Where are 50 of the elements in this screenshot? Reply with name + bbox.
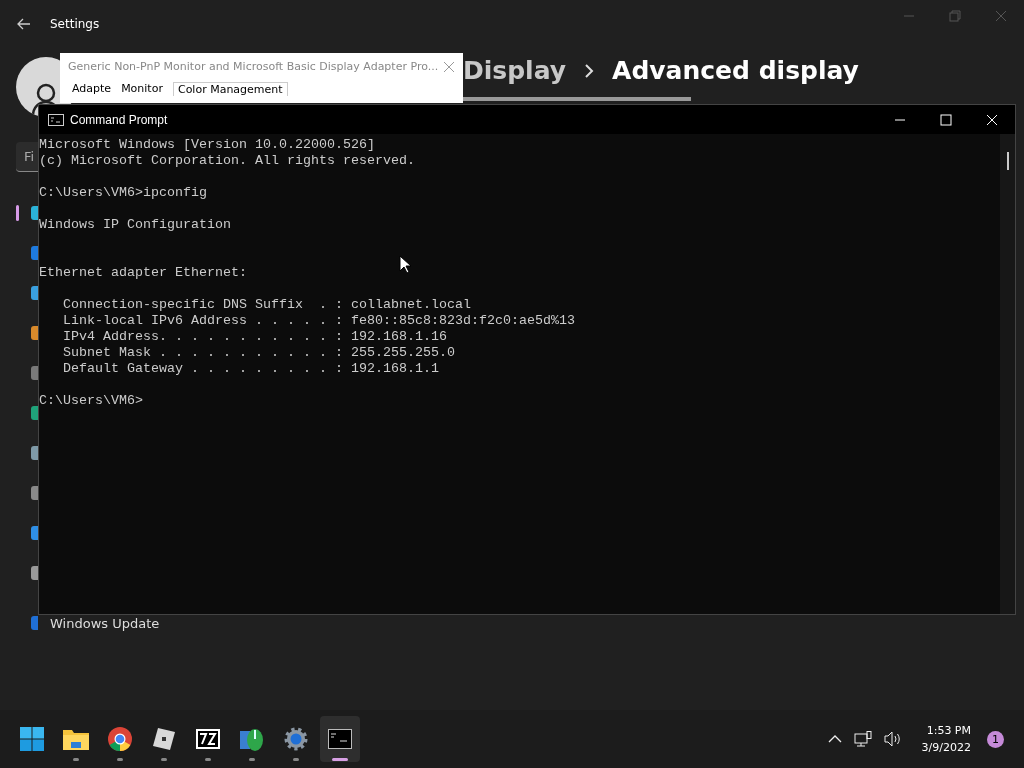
restore-icon[interactable]: [949, 10, 961, 22]
clock[interactable]: 1:53 PM 3/9/2022: [921, 722, 971, 756]
date-text: 3/9/2022: [921, 740, 971, 756]
console-output: Ethernet adapter Ethernet:: [39, 264, 247, 281]
console-output: Microsoft Windows [Version 10.0.22000.526] (c) Microsoft Corporation. All rights reserved.: [39, 137, 415, 169]
dialog-title: Generic Non-PnP Monitor and Microsoft Basic Display Adapter Pro...: [68, 60, 439, 73]
time-text: 1:53 PM: [926, 723, 971, 739]
console-output: Windows IP Configuration: [39, 217, 231, 233]
archive-icon: [196, 729, 220, 749]
nav-icon[interactable]: [31, 616, 38, 630]
scrollbar[interactable]: [1000, 134, 1015, 614]
nav-item[interactable]: Windows Update: [50, 615, 160, 631]
nav-icon[interactable]: [31, 406, 38, 420]
cube-icon: [153, 728, 175, 750]
folder-icon: [63, 728, 89, 750]
chevron-icon: [584, 63, 595, 78]
back-icon[interactable]: [17, 18, 31, 30]
nav-icon[interactable]: [31, 246, 38, 260]
console-output: Connection-specific DNS Suffix . : collabnet.local Link-local IPv6 Address . . . . . : fe80::85c8:823d:f2c0:ae5d%13 IPv4 Address. . . . . . . . . . . : 192.168.1.16 Subnet Mask . . . . . . . . . . . : 255.255.255.0 Default Gateway . . . . . . . . . : 192.168.1.1: [62, 297, 575, 377]
window-title: Settings: [50, 17, 100, 31]
maximize-icon[interactable]: [940, 113, 952, 126]
console-output: C:\Users\VM6>: [39, 393, 143, 409]
gear-icon: [284, 727, 308, 751]
nav-icon[interactable]: [31, 526, 38, 540]
mouse-pointer-icon: [399, 255, 411, 274]
browser-icon: [108, 727, 132, 751]
search-field[interactable]: Fi: [16, 142, 38, 172]
dialog-tab[interactable]: Adapte: [72, 82, 112, 96]
breadcrumb-link[interactable]: Display: [463, 56, 567, 85]
nav-icon[interactable]: [31, 486, 38, 500]
notification-badge[interactable]: 1: [987, 730, 1004, 748]
nav-icon[interactable]: [31, 286, 38, 300]
console-icon: [48, 113, 64, 126]
window-title: Command Prompt: [70, 112, 168, 127]
nav-icon[interactable]: [31, 206, 38, 220]
taskbar-button[interactable]: [320, 716, 360, 762]
nav-icon[interactable]: [31, 446, 38, 460]
console-output: C:\Users\VM6>ipconfig: [39, 185, 207, 201]
nav-icon[interactable]: [31, 366, 38, 380]
dialog-tab[interactable]: Monitor: [121, 82, 163, 96]
network-icon[interactable]: [853, 731, 872, 747]
nav-icon[interactable]: [31, 566, 38, 580]
chevron-up-icon[interactable]: [827, 735, 842, 743]
page-title: Advanced display: [612, 56, 859, 85]
mouse-icon: [240, 727, 264, 751]
speaker-icon[interactable]: [883, 731, 902, 747]
terminal-icon: [328, 729, 352, 749]
dialog-tab[interactable]: Color Management: [172, 82, 288, 96]
windows-logo-icon: [20, 727, 44, 751]
nav-icon[interactable]: [31, 326, 38, 340]
